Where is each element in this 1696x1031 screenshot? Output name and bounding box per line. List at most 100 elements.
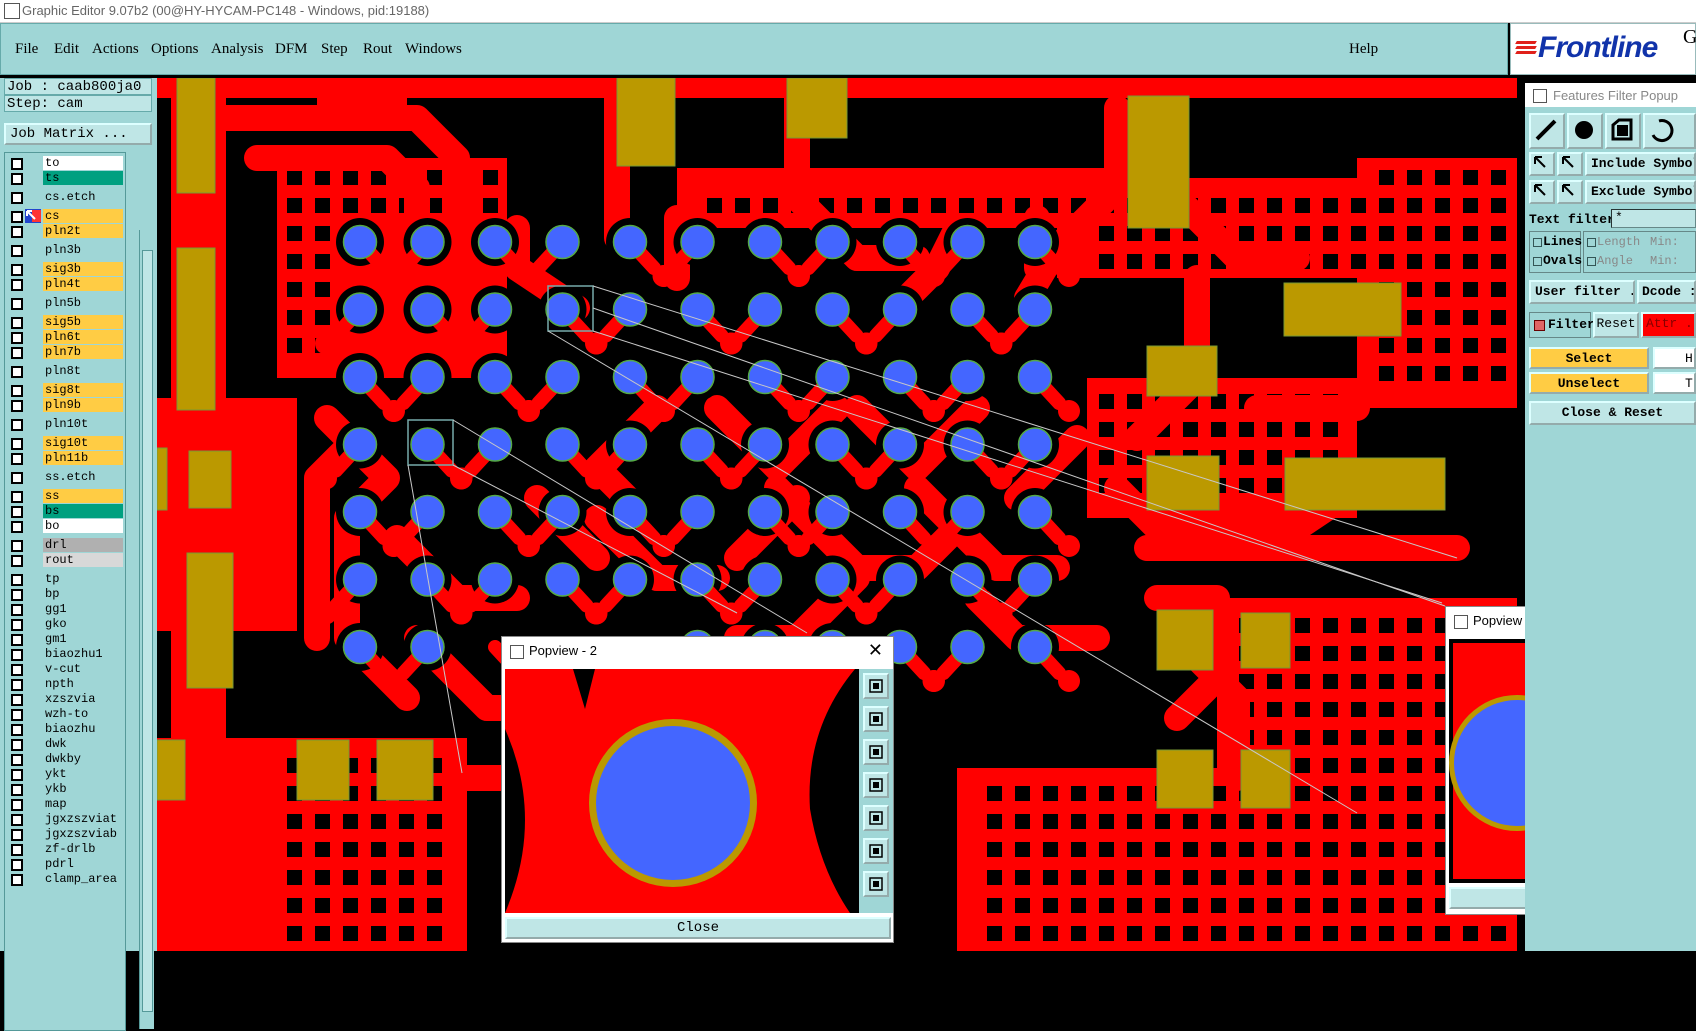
layer-swatch[interactable]: [25, 470, 41, 484]
layer-name[interactable]: sig5b: [43, 315, 123, 329]
layer-checkbox[interactable]: [11, 521, 23, 533]
layer-row-to[interactable]: to: [5, 155, 125, 171]
menu-help[interactable]: Help: [1349, 41, 1378, 58]
line-type-button[interactable]: [1529, 113, 1565, 149]
layer-checkbox[interactable]: [11, 634, 23, 646]
layer-name[interactable]: pln2t: [43, 224, 123, 238]
layer-row-pln11b[interactable]: pln11b: [5, 450, 125, 466]
layer-name[interactable]: jgxzszviab: [43, 827, 123, 841]
layer-checkbox[interactable]: [11, 844, 23, 856]
layer-swatch[interactable]: [25, 262, 41, 276]
layer-swatch[interactable]: [25, 842, 41, 856]
layer-row-dwkby[interactable]: dwkby: [5, 751, 125, 767]
layer-name[interactable]: pdrl: [43, 857, 123, 871]
layer-name[interactable]: ss.etch: [43, 470, 123, 484]
arc-type-button[interactable]: [1643, 113, 1696, 149]
length-checkbox[interactable]: [1587, 238, 1596, 247]
layer-name[interactable]: cs: [43, 209, 123, 223]
layer-checkbox[interactable]: [11, 739, 23, 751]
layer-checkbox[interactable]: [11, 173, 23, 185]
layer-swatch[interactable]: [25, 827, 41, 841]
layer-name[interactable]: bo: [43, 519, 123, 533]
layer-swatch[interactable]: [25, 364, 41, 378]
close-icon[interactable]: ✕: [868, 640, 883, 661]
exclude-pick-button[interactable]: [1529, 180, 1555, 204]
layer-checkbox[interactable]: [11, 679, 23, 691]
reset-button[interactable]: Reset: [1593, 312, 1639, 338]
layer-checkbox[interactable]: [11, 829, 23, 841]
pan-left-button[interactable]: [863, 772, 889, 798]
layer-row-drl[interactable]: drl: [5, 537, 125, 553]
layer-checkbox[interactable]: [11, 491, 23, 503]
layer-name[interactable]: map: [43, 797, 123, 811]
layer-row-gko[interactable]: gko: [5, 616, 125, 632]
lines-checkbox[interactable]: [1533, 238, 1542, 247]
layer-swatch[interactable]: [25, 812, 41, 826]
layer-checkbox[interactable]: [11, 859, 23, 871]
layer-swatch[interactable]: [25, 315, 41, 329]
filter-checkbox[interactable]: [1534, 320, 1545, 331]
pad-type-button[interactable]: [1567, 113, 1603, 149]
select-value-field[interactable]: H: [1653, 347, 1696, 369]
layer-row-map[interactable]: map: [5, 796, 125, 812]
layer-swatch[interactable]: [25, 872, 41, 886]
layer-swatch[interactable]: [25, 602, 41, 616]
layer-row-ss[interactable]: ss: [5, 488, 125, 504]
layer-checkbox[interactable]: [11, 784, 23, 796]
layer-swatch[interactable]: [25, 737, 41, 751]
layer-checkbox[interactable]: [11, 453, 23, 465]
layer-swatch[interactable]: [25, 767, 41, 781]
layer-checkbox[interactable]: [11, 226, 23, 238]
layer-row-bs[interactable]: bs: [5, 503, 125, 519]
dcode-button[interactable]: Dcode :: [1637, 280, 1696, 304]
layer-swatch[interactable]: [25, 553, 41, 567]
layer-row-gg1[interactable]: gg1: [5, 601, 125, 617]
layer-name[interactable]: gg1: [43, 602, 123, 616]
layer-name[interactable]: pln3b: [43, 243, 123, 257]
layer-row-pdrl[interactable]: pdrl: [5, 856, 125, 872]
layer-swatch[interactable]: [25, 692, 41, 706]
layer-row-ss.etch[interactable]: ss.etch: [5, 469, 125, 485]
popview-2-close-button[interactable]: Close: [505, 917, 891, 939]
layer-checkbox[interactable]: [11, 366, 23, 378]
layer-row-biaozhu1[interactable]: biaozhu1: [5, 646, 125, 662]
include-pick-button[interactable]: [1529, 152, 1555, 176]
layer-list-scrollbar[interactable]: [139, 230, 154, 1029]
menu-file[interactable]: File: [15, 41, 38, 58]
user-filter-button[interactable]: User filter ...: [1529, 280, 1635, 304]
layer-checkbox[interactable]: [11, 347, 23, 359]
layer-name[interactable]: zf-drlb: [43, 842, 123, 856]
layer-swatch[interactable]: [25, 345, 41, 359]
layer-row-sig5b[interactable]: sig5b: [5, 314, 125, 330]
layer-row-pln2t[interactable]: pln2t: [5, 223, 125, 239]
layer-checkbox[interactable]: [11, 769, 23, 781]
layer-swatch[interactable]: [25, 277, 41, 291]
layer-row-clamp_area[interactable]: clamp_area: [5, 871, 125, 887]
layer-swatch[interactable]: [25, 190, 41, 204]
layer-checkbox[interactable]: [11, 400, 23, 412]
layer-row-bp[interactable]: bp: [5, 586, 125, 602]
layer-checkbox[interactable]: [11, 506, 23, 518]
active-layer-icon[interactable]: [25, 209, 41, 223]
layer-checkbox[interactable]: [11, 385, 23, 397]
close-reset-button[interactable]: Close & Reset: [1529, 401, 1696, 425]
layer-name[interactable]: pln7b: [43, 345, 123, 359]
layer-checkbox[interactable]: [11, 472, 23, 484]
layer-name[interactable]: v-cut: [43, 662, 123, 676]
layer-name[interactable]: dwk: [43, 737, 123, 751]
layer-row-biaozhu[interactable]: biaozhu: [5, 721, 125, 737]
layer-swatch[interactable]: [25, 383, 41, 397]
layer-checkbox[interactable]: [11, 574, 23, 586]
layer-row-rout[interactable]: rout: [5, 552, 125, 568]
text-filter-input[interactable]: *: [1611, 209, 1696, 228]
layer-checkbox[interactable]: [11, 438, 23, 450]
layer-row-cs[interactable]: cs: [5, 208, 125, 224]
ovals-checkbox[interactable]: [1533, 257, 1542, 266]
unselect-button[interactable]: Unselect: [1529, 372, 1649, 394]
home-button[interactable]: [863, 871, 889, 897]
layer-swatch[interactable]: [25, 572, 41, 586]
layer-swatch[interactable]: [25, 398, 41, 412]
layer-name[interactable]: tp: [43, 572, 123, 586]
layer-swatch[interactable]: [25, 797, 41, 811]
layer-checkbox[interactable]: [11, 332, 23, 344]
